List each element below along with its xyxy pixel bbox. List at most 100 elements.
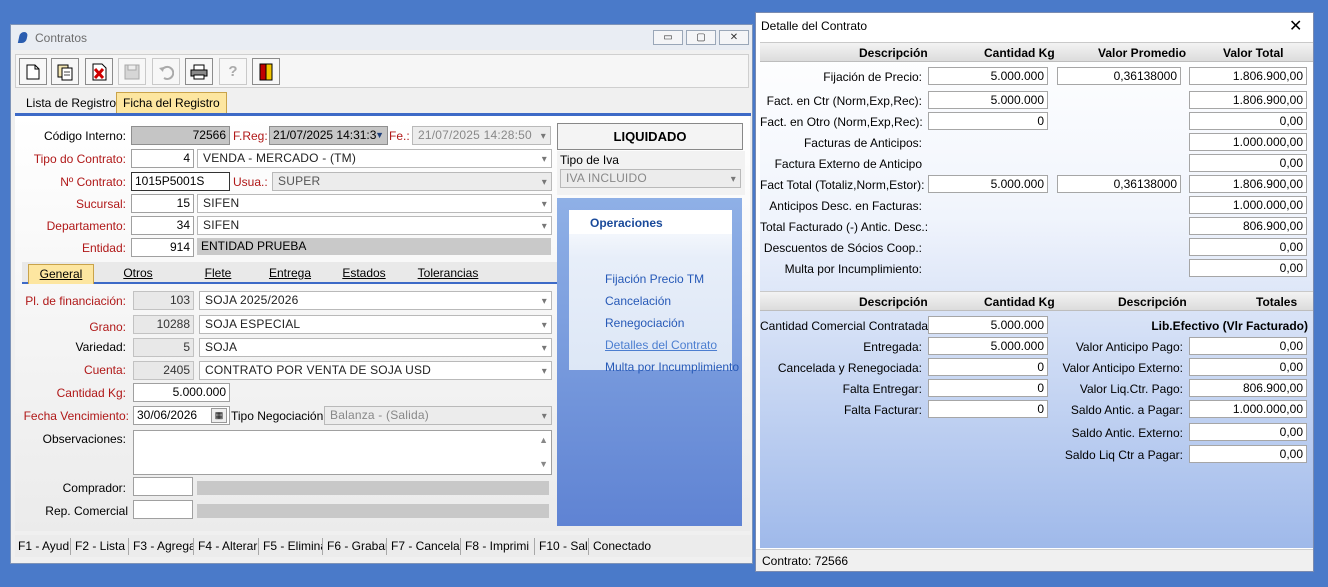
departamento-code[interactable]: 34: [131, 216, 194, 235]
row-avg: 0,36138000: [1057, 175, 1181, 193]
variedad-value: SOJA: [205, 340, 238, 354]
f8-imprimir[interactable]: F8 - Imprimi: [462, 538, 535, 555]
f6-grabar[interactable]: F6 - Grabar: [324, 538, 387, 555]
title-bar: Contratos ▭ ▢ ✕: [11, 25, 752, 50]
departamento-select[interactable]: SIFEN ▾: [197, 216, 552, 235]
chevron-down-icon: ▾: [540, 131, 546, 142]
help-icon[interactable]: ?: [219, 58, 247, 85]
observaciones-label: Observaciones:: [42, 432, 126, 446]
detail-subtabs: General Otros Flete Entrega Estados Tole…: [22, 262, 563, 284]
new-document-icon[interactable]: [19, 58, 47, 85]
sucursal-label: Sucursal:: [75, 197, 126, 211]
f2-lista[interactable]: F2 - Lista: [72, 538, 129, 555]
subtab-estados[interactable]: Estados: [331, 264, 397, 284]
subtab-tolerancias[interactable]: Tolerancias: [403, 264, 493, 284]
variedad-select[interactable]: SOJA ▾: [199, 338, 552, 357]
link-fijacion-precio[interactable]: Fijación Precio TM: [605, 272, 704, 286]
tab-ficha-registro[interactable]: Ficha del Registro: [116, 92, 227, 113]
copy-icon[interactable]: [51, 58, 79, 85]
entidad-code[interactable]: 914: [131, 238, 194, 257]
row-qty: 5.000.000: [928, 337, 1048, 355]
status-badge: LIQUIDADO: [557, 123, 743, 150]
link-renegociacion[interactable]: Renegociación: [605, 316, 684, 330]
close-button[interactable]: ✕: [719, 30, 749, 45]
chevron-down-icon: ▾: [541, 154, 547, 165]
f1-help[interactable]: F1 - Ayud: [15, 538, 71, 555]
row-label: Falta Entregar:: [842, 382, 922, 396]
window-title: Contratos: [35, 31, 88, 45]
operaciones-title: Operaciones: [569, 210, 732, 234]
usua-select: SUPER ▾: [272, 172, 552, 191]
entidad-label: Entidad:: [81, 241, 126, 255]
link-detalles-contrato[interactable]: Detalles del Contrato: [605, 338, 717, 352]
subtab-flete[interactable]: Flete: [182, 264, 254, 284]
maximize-button[interactable]: ▢: [686, 30, 716, 45]
row-total: 0,00: [1189, 445, 1307, 463]
toolbar: ?: [15, 54, 749, 88]
row-qty: 5.000.000: [928, 67, 1048, 85]
nro-contrato-field[interactable]: 1015P5001S: [131, 172, 230, 191]
fe-value: 21/07/2025 14:28:50: [418, 128, 532, 142]
subtab-entrega[interactable]: Entrega: [258, 264, 322, 284]
f7-cancelar[interactable]: F7 - Cancelar: [388, 538, 461, 555]
row-label: Saldo Liq Ctr a Pagar:: [1064, 448, 1183, 462]
tipo-negociacion-value: Balanza - (Salida): [330, 408, 429, 422]
tipo-negociacion-label: Tipo Negociación:: [231, 409, 327, 423]
row-label: Descuentos de Sócios Coop.:: [763, 241, 922, 255]
grano-code[interactable]: 10288: [133, 315, 194, 334]
f4-alterar[interactable]: F4 - Alterar: [195, 538, 259, 555]
variedad-code[interactable]: 5: [133, 338, 194, 357]
delete-icon[interactable]: [85, 58, 113, 85]
row-label: Fact. en Otro (Norm,Exp,Rec):: [760, 115, 923, 129]
row-label: Saldo Antic. Externo:: [1071, 426, 1183, 440]
sucursal-code[interactable]: 15: [131, 194, 194, 213]
close-icon[interactable]: ✕: [1289, 16, 1302, 36]
save-icon[interactable]: [118, 58, 146, 85]
tab-lista-registros[interactable]: Lista de Registros: [19, 92, 129, 113]
cuenta-select[interactable]: CONTRATO POR VENTA DE SOJA USD ▾: [199, 361, 552, 380]
tipo-contrato-select[interactable]: VENDA - MERCADO - (TM) ▾: [197, 149, 552, 168]
freg-value: 21/07/2025 14:31:3: [273, 128, 377, 142]
print-icon[interactable]: [185, 58, 213, 85]
t2-col-totales: Totales: [1256, 295, 1298, 309]
minimize-button[interactable]: ▭: [653, 30, 683, 45]
chevron-down-icon: ▾: [541, 296, 547, 307]
row-total: 0,00: [1189, 423, 1307, 441]
f10-salir[interactable]: F10 - Salir: [536, 538, 589, 555]
comprador-label: Comprador:: [62, 481, 126, 495]
row-total: 0,00: [1189, 154, 1307, 172]
freg-field[interactable]: 21/07/2025 14:31:3 ▼: [269, 126, 388, 145]
comprador-code[interactable]: [133, 477, 193, 496]
usua-value: SUPER: [278, 174, 321, 188]
row-label: Factura Externo de Anticipo: [774, 157, 922, 171]
pl-financiacion-select[interactable]: SOJA 2025/2026 ▾: [199, 291, 552, 310]
cuenta-code[interactable]: 2405: [133, 361, 194, 380]
subtab-otros[interactable]: Otros: [106, 264, 170, 284]
chevron-down-icon: ▾: [541, 199, 547, 210]
exit-icon[interactable]: [252, 58, 280, 85]
link-cancelacion[interactable]: Cancelación: [605, 294, 671, 308]
calendar-icon[interactable]: ▦: [211, 408, 227, 423]
rep-comercial-code[interactable]: [133, 500, 193, 519]
undo-icon[interactable]: [152, 58, 180, 85]
fecha-vencimiento-field[interactable]: 30/06/2026 ▦: [133, 406, 230, 425]
scroll-down-icon[interactable]: ▼: [539, 456, 548, 473]
comprador-name: [197, 481, 549, 495]
tipo-negociacion-select: Balanza - (Salida) ▾: [324, 406, 552, 425]
pl-financiacion-code[interactable]: 103: [133, 291, 194, 310]
f5-eliminar[interactable]: F5 - Elimina: [260, 538, 323, 555]
sucursal-select[interactable]: SIFEN ▾: [197, 194, 552, 213]
row-total: 0,00: [1189, 238, 1307, 256]
tipo-contrato-label: Tipo do Contrato:: [33, 152, 126, 166]
subtab-general[interactable]: General: [28, 264, 94, 284]
freg-label: F.Reg:: [233, 129, 268, 143]
row-total: 1.000.000,00: [1189, 400, 1307, 418]
tipo-contrato-code[interactable]: 4: [131, 149, 194, 168]
scroll-up-icon[interactable]: ▲: [539, 432, 548, 449]
link-multa[interactable]: Multa por Incumplimiento: [605, 360, 739, 374]
observaciones-textarea[interactable]: ▲ ▼: [133, 430, 552, 475]
grano-select[interactable]: SOJA ESPECIAL ▾: [199, 315, 552, 334]
cantidad-field[interactable]: 5.000.000: [133, 383, 230, 402]
f3-agregar[interactable]: F3 - Agrega: [130, 538, 194, 555]
row-total: 1.000.000,00: [1189, 196, 1307, 214]
